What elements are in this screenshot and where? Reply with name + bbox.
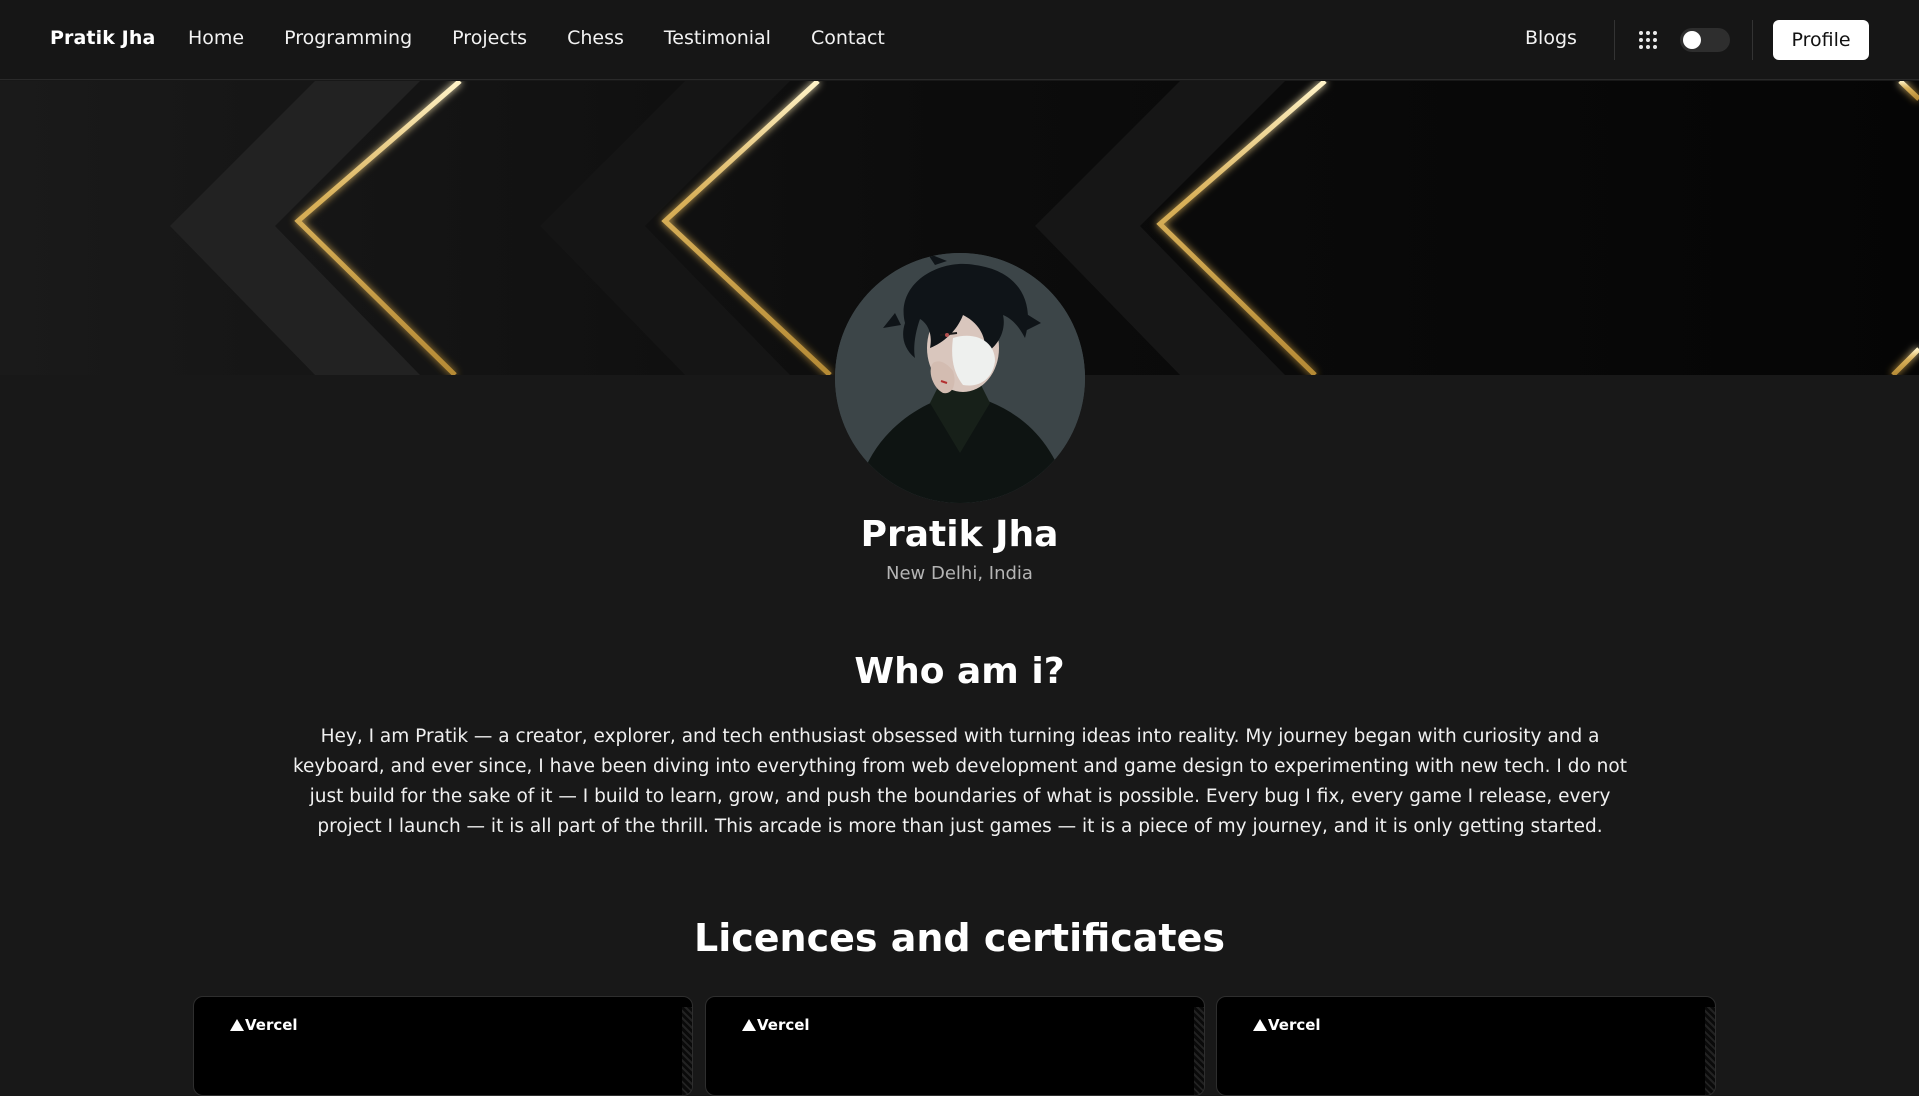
profile-name: Pratik Jha <box>860 514 1059 555</box>
vercel-triangle-icon <box>230 1019 244 1031</box>
certificate-issuer: Vercel <box>757 1016 810 1034</box>
nav-link-chess[interactable]: Chess <box>567 27 624 49</box>
card-edge-decoration <box>1194 1007 1204 1095</box>
toggle-knob <box>1683 31 1701 49</box>
vercel-logo: Vercel <box>742 1016 810 1034</box>
nav-link-blogs[interactable]: Blogs <box>1525 27 1577 49</box>
avatar-illustration <box>835 253 1085 503</box>
vercel-triangle-icon <box>742 1019 756 1031</box>
nav-links: Home Programming Projects Chess Testimon… <box>188 27 925 49</box>
nav-link-programming[interactable]: Programming <box>284 27 412 49</box>
vercel-logo: Vercel <box>230 1016 298 1034</box>
nav-link-home[interactable]: Home <box>188 27 244 49</box>
brand-link[interactable]: Pratik Jha <box>50 27 155 49</box>
certificate-issuer: Vercel <box>1268 1016 1321 1034</box>
nav-link-projects[interactable]: Projects <box>452 27 527 49</box>
theme-toggle[interactable] <box>1680 28 1730 52</box>
profile-button[interactable]: Profile <box>1773 20 1869 60</box>
avatar <box>835 253 1085 503</box>
certificate-issuer: Vercel <box>245 1016 298 1034</box>
certificate-card[interactable]: Vercel <box>705 996 1205 1096</box>
grid-dots-icon[interactable] <box>1639 31 1657 49</box>
divider <box>1614 20 1615 60</box>
nav-link-contact[interactable]: Contact <box>811 27 885 49</box>
card-edge-decoration <box>1705 1007 1715 1095</box>
certificates-heading: Licences and certificates <box>694 916 1225 960</box>
vercel-logo: Vercel <box>1253 1016 1321 1034</box>
certificate-card[interactable]: Vercel <box>1216 996 1716 1096</box>
profile-location: New Delhi, India <box>886 563 1033 584</box>
card-edge-decoration <box>682 1007 692 1095</box>
certificate-card[interactable]: Vercel <box>193 996 693 1096</box>
top-navbar: Pratik Jha Home Programming Projects Che… <box>0 0 1919 80</box>
nav-link-testimonial[interactable]: Testimonial <box>664 27 771 49</box>
divider <box>1752 20 1753 60</box>
about-text: Hey, I am Pratik — a creator, explorer, … <box>293 726 1627 837</box>
vercel-triangle-icon <box>1253 1019 1267 1031</box>
about-heading: Who am i? <box>854 651 1065 692</box>
